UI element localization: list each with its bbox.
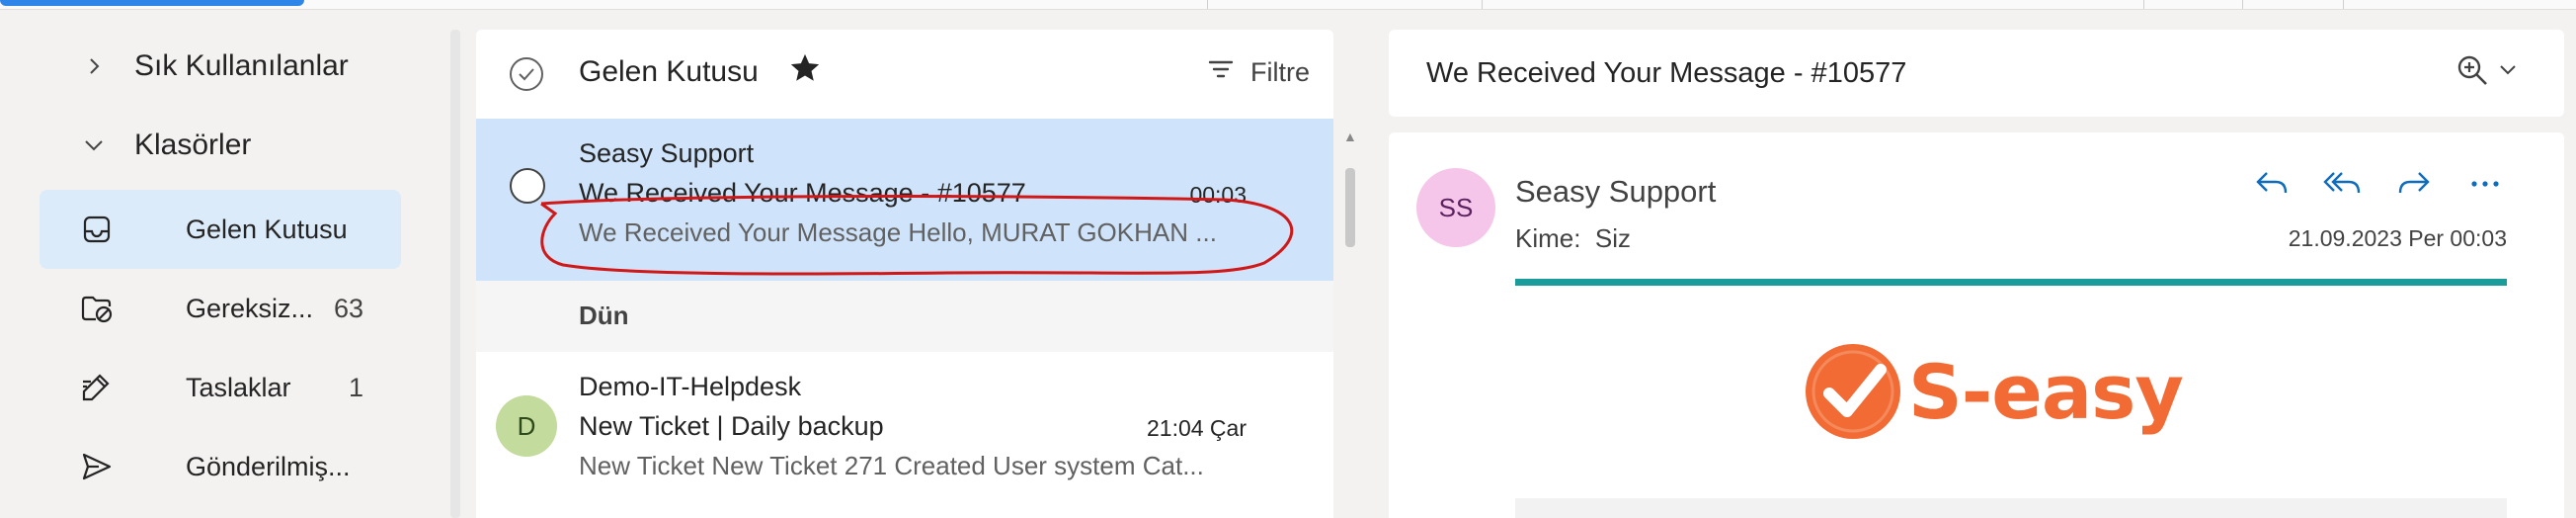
sidebar-item-junk[interactable]: Gereksiz... 63 <box>40 269 401 348</box>
message-sender: Seasy Support <box>579 138 755 168</box>
folder-pane: Sık Kullanılanlar Klasörler Gelen Kutusu… <box>0 10 460 518</box>
message-actions <box>2250 162 2507 206</box>
select-all-checkbox[interactable] <box>510 57 543 91</box>
sidebar-item-drafts[interactable]: Taslaklar 1 <box>40 348 401 427</box>
folder-title: Gelen Kutusu <box>579 55 759 88</box>
message-subject: New Ticket | Daily backup <box>579 411 884 441</box>
checkmark-icon <box>519 68 534 81</box>
filter-label: Filtre <box>1250 57 1310 87</box>
message-list: Gelen Kutusu Filtre Seasy Support We Rec… <box>476 30 1333 518</box>
send-icon <box>77 447 117 486</box>
seasy-logo: S-easy <box>1802 340 2184 443</box>
chevron-down-icon <box>79 130 109 160</box>
message-preview: We Received Your Message Hello, MURAT GO… <box>579 217 1217 247</box>
email-header-bar <box>1515 279 2507 286</box>
toolbar-divider <box>2242 0 2243 9</box>
zoom-button[interactable] <box>2455 53 2517 87</box>
to-value: Siz <box>1594 223 1632 253</box>
message-time: 00:03 <box>1189 182 1247 208</box>
message-preview: New Ticket New Ticket 271 Created User s… <box>579 451 1204 480</box>
checkmark-logo-icon <box>1806 344 1900 439</box>
sidebar-item-label: Gelen Kutusu <box>186 214 348 244</box>
message-list-header: Gelen Kutusu Filtre <box>476 30 1333 117</box>
sidebar-item-inbox[interactable]: Gelen Kutusu <box>40 190 401 269</box>
toolbar-divider <box>2143 0 2144 9</box>
message-title: We Received Your Message - #10577 <box>1426 57 1907 89</box>
favorite-star-icon[interactable] <box>788 51 822 94</box>
scrollbar-thumb[interactable] <box>1345 168 1355 247</box>
date-group-header: Dün <box>476 281 1333 352</box>
toolbar-divider <box>1482 0 1483 9</box>
recipient-line: Kime: Siz <box>1515 223 1631 254</box>
reading-sender: Seasy Support <box>1515 174 1717 209</box>
message-item[interactable]: D Demo-IT-Helpdesk New Ticket | Daily ba… <box>476 352 1333 518</box>
folders-section[interactable]: Klasörler <box>79 129 251 162</box>
message-subject: We Received Your Message - #10577 <box>579 178 1026 208</box>
message-time: 21:04 Çar <box>1146 415 1247 441</box>
message-date: 21.09.2023 Per 00:03 <box>2288 225 2507 251</box>
sidebar-item-label: Gereksiz... <box>186 293 314 323</box>
chevron-down-icon <box>2500 65 2516 75</box>
toolbar-divider <box>1207 0 1208 9</box>
forward-icon[interactable] <box>2392 162 2436 206</box>
drafts-pencil-icon <box>77 368 117 407</box>
message-sender: Demo-IT-Helpdesk <box>579 372 802 401</box>
new-mail-button[interactable] <box>0 0 304 6</box>
message-list-scrollbar[interactable]: ▲ <box>1343 129 1357 518</box>
reading-pane: SS Seasy Support Kime: Siz 21.09.2023 Pe… <box>1389 132 2564 518</box>
to-label: Kime: <box>1515 223 1581 253</box>
email-body-section <box>1515 498 2507 518</box>
inbox-icon <box>77 210 117 249</box>
toolbar-divider <box>2343 0 2344 9</box>
sender-avatar: SS <box>1416 168 1495 247</box>
more-options-icon[interactable] <box>2463 162 2507 206</box>
sidebar-item-sent[interactable]: Gönderilmiş... <box>40 427 401 506</box>
top-toolbar-strip <box>0 0 2576 10</box>
favorites-label: Sık Kullanılanlar <box>134 49 349 82</box>
sidebar-item-label: Gönderilmiş... <box>186 451 351 481</box>
favorites-section[interactable]: Sık Kullanılanlar <box>79 49 349 83</box>
logo-wordmark: S-easy <box>1908 347 2184 436</box>
reply-all-icon[interactable] <box>2321 162 2365 206</box>
date-group-label: Dün <box>579 301 629 330</box>
sidebar-item-label: Taslaklar <box>186 372 291 402</box>
message-item-selected[interactable]: Seasy Support We Received Your Message -… <box>476 119 1333 285</box>
filter-icon <box>1207 57 1235 88</box>
unread-count: 63 <box>333 293 363 323</box>
scroll-up-arrow-icon[interactable]: ▲ <box>1343 129 1357 144</box>
chevron-right-icon <box>79 51 109 81</box>
zoom-in-icon <box>2457 55 2487 85</box>
message-select-checkbox[interactable] <box>510 168 545 204</box>
avatar: D <box>496 395 557 457</box>
reply-icon[interactable] <box>2250 162 2294 206</box>
draft-count: 1 <box>348 372 363 402</box>
folder-pane-scrollbar[interactable] <box>450 30 460 518</box>
reading-pane-header: We Received Your Message - #10577 <box>1389 30 2564 117</box>
junk-folder-icon <box>77 289 117 328</box>
folders-label: Klasörler <box>134 129 252 161</box>
filter-button[interactable]: Filtre <box>1207 57 1310 88</box>
